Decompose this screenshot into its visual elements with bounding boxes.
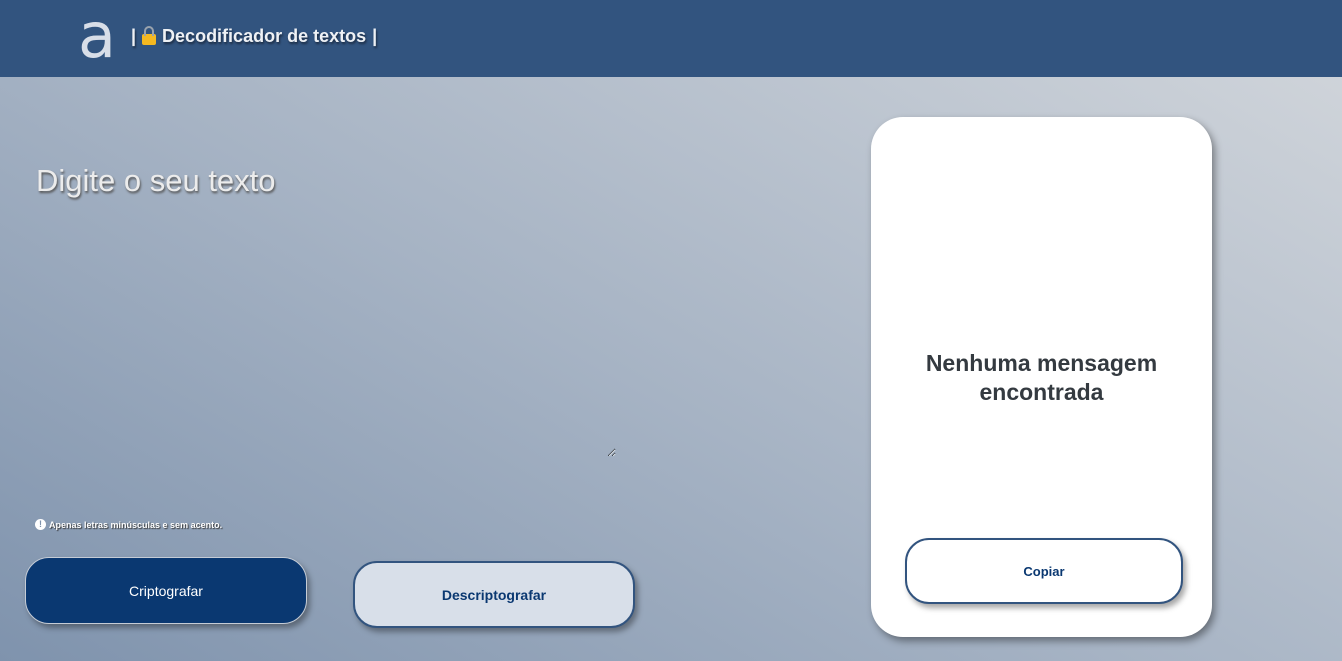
title-text: Decodificador de textos xyxy=(162,26,367,46)
input-hint: ! Apenas letras minúsculas e sem acento. xyxy=(35,519,222,530)
info-icon: ! xyxy=(35,519,46,530)
empty-message: Nenhuma mensagem encontrada xyxy=(925,350,1158,405)
hint-text: Apenas letras minúsculas e sem acento. xyxy=(49,519,223,530)
header: a | Decodificador de textos | xyxy=(0,0,1342,77)
text-input[interactable] xyxy=(36,215,616,457)
input-placeholder-heading: Digite o seu texto xyxy=(36,163,276,198)
encrypt-button[interactable]: Criptografar xyxy=(25,557,307,624)
copy-button[interactable]: Copiar xyxy=(905,538,1183,604)
app-title: | Decodificador de textos | xyxy=(131,26,377,47)
decrypt-button[interactable]: Descriptografar xyxy=(353,561,635,628)
logo[interactable]: a xyxy=(78,5,116,67)
title-separator: | xyxy=(372,26,378,46)
title-separator: | xyxy=(131,26,137,46)
output-panel: Nenhuma mensagem encontrada Copiar xyxy=(871,117,1212,637)
lock-icon xyxy=(142,26,157,45)
